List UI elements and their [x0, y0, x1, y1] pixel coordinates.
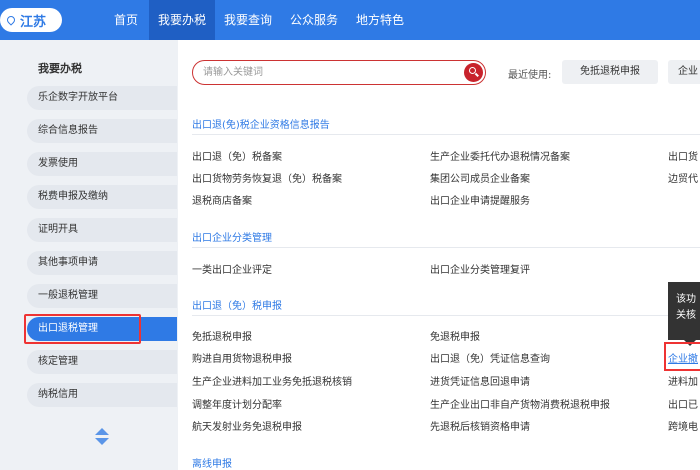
divider — [192, 247, 700, 248]
sidebar-item-leqi-platform[interactable]: 乐企数字开放平台 — [27, 86, 177, 110]
link-item[interactable]: 进货凭证信息回退申请 — [430, 373, 530, 388]
sidebar-item-certificate[interactable]: 证明开具 — [27, 218, 177, 242]
scroll-down-icon[interactable] — [95, 438, 109, 445]
location-pin-icon — [5, 14, 17, 26]
search-button[interactable] — [464, 63, 483, 82]
scroll-up-icon[interactable] — [95, 428, 109, 435]
divider — [192, 134, 700, 135]
link-item[interactable]: 生产企业进料加工业务免抵退税核销 — [192, 373, 352, 388]
section-title-declaration: 出口退（免）税申报 — [192, 301, 282, 312]
tooltip-text: 该功 — [676, 294, 696, 305]
sidebar-item-other-apply[interactable]: 其他事项申请 — [27, 251, 177, 275]
link-item[interactable]: 生产企业出口非自产货物消费税退税申报 — [430, 396, 610, 411]
recent-label: 最近使用: — [508, 70, 552, 81]
nav-query[interactable]: 我要查询 — [215, 0, 281, 40]
link-item[interactable]: 出口退（免）税备案 — [192, 148, 282, 163]
nav-public-service[interactable]: 公众服务 — [281, 0, 347, 40]
sidebar-item-assessment[interactable]: 核定管理 — [27, 350, 177, 374]
link-item[interactable]: 出口退（免）凭证信息查询 — [430, 350, 550, 365]
nav-tax-handling[interactable]: 我要办税 — [149, 0, 215, 40]
search-input[interactable] — [203, 65, 453, 80]
link-item[interactable]: 航天发射业务免退税申报 — [192, 418, 302, 433]
section-title-qualification: 出口退(免)税企业资格信息报告 — [192, 120, 330, 131]
section-title-classification: 出口企业分类管理 — [192, 233, 272, 244]
top-nav-bar: 江苏 首页 我要办税 我要查询 公众服务 地方特色 — [0, 0, 700, 40]
sidebar-item-info-report[interactable]: 综合信息报告 — [27, 119, 177, 143]
link-item[interactable]: 生产企业委托代办退税情况备案 — [430, 148, 570, 163]
highlight-annotation-box — [664, 342, 700, 371]
link-item[interactable]: 出口已 — [668, 396, 698, 411]
sidebar-title: 我要办税 — [38, 62, 82, 75]
link-item[interactable]: 购进自用货物退税申报 — [192, 350, 292, 365]
link-item[interactable]: 一类出口企业评定 — [192, 261, 272, 276]
search-box — [192, 60, 486, 85]
link-item[interactable]: 出口货 — [668, 148, 698, 163]
nav-local-features[interactable]: 地方特色 — [347, 0, 413, 40]
sidebar-item-general-refund[interactable]: 一般退税管理 — [27, 284, 177, 308]
link-item[interactable]: 边贸代 — [668, 170, 698, 185]
highlight-annotation-box — [24, 314, 141, 344]
link-item[interactable]: 调整年度计划分配率 — [192, 396, 282, 411]
sidebar-item-invoice[interactable]: 发票使用 — [27, 152, 177, 176]
link-item[interactable]: 进料加 — [668, 373, 698, 388]
sidebar-scroll-arrows[interactable] — [95, 428, 109, 445]
sidebar-item-declaration[interactable]: 税费申报及缴纳 — [27, 185, 177, 209]
recent-item-mdt[interactable]: 免抵退税申报 — [562, 60, 658, 84]
link-item[interactable]: 退税商店备案 — [192, 192, 252, 207]
link-item[interactable]: 出口企业申请提醒服务 — [430, 192, 530, 207]
link-item[interactable]: 出口货物劳务恢复退（免）税备案 — [192, 170, 342, 185]
link-item[interactable]: 出口企业分类管理复评 — [430, 261, 530, 276]
sidebar-item-credit[interactable]: 纳税信用 — [27, 383, 177, 407]
link-item[interactable]: 先退税后核销资格申请 — [430, 418, 530, 433]
region-name: 江苏 — [20, 14, 47, 30]
nav-home[interactable]: 首页 — [103, 0, 149, 40]
divider — [192, 315, 700, 316]
tooltip-text: 关核 — [676, 310, 696, 321]
link-item[interactable]: 集团公司成员企业备案 — [430, 170, 530, 185]
link-item[interactable]: 免抵退税申报 — [192, 328, 252, 343]
tooltip: 该功 关核 — [668, 282, 700, 340]
link-item[interactable]: 跨境电 — [668, 418, 698, 433]
link-item[interactable]: 免退税申报 — [430, 328, 480, 343]
section-title-offline: 离线申报 — [192, 459, 232, 470]
recent-item-enterprise[interactable]: 企业 — [668, 60, 700, 84]
region-selector[interactable]: 江苏 — [0, 8, 62, 32]
